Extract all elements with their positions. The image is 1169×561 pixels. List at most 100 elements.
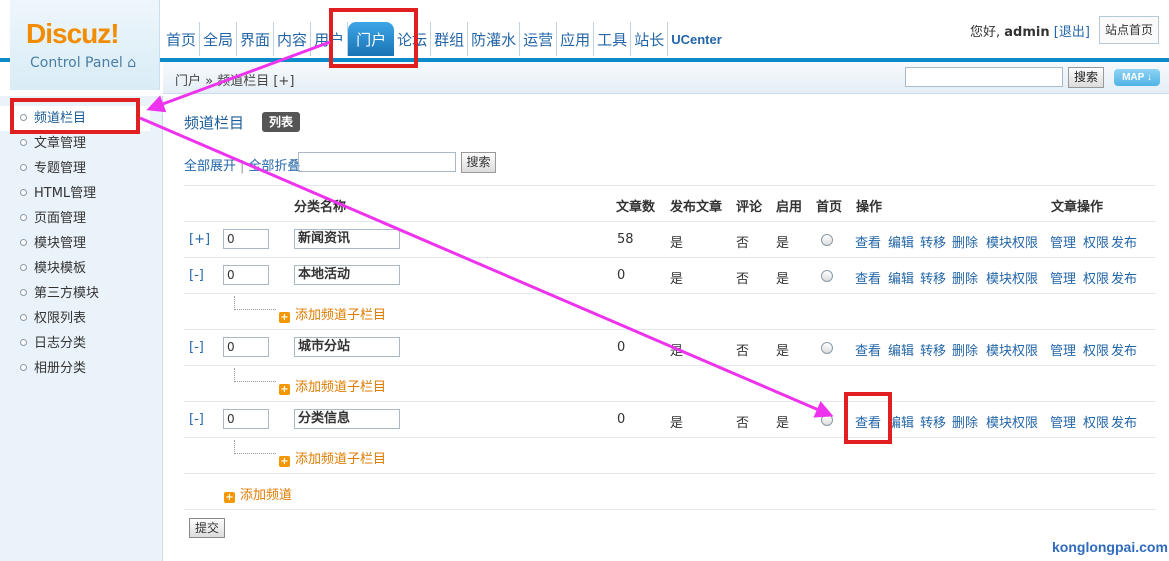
sidebar-item-html[interactable]: HTML管理 [0,181,150,206]
delete-link[interactable]: 删除 [952,268,978,287]
permission-link[interactable]: 权限 [1083,232,1109,251]
homepage-radio[interactable] [821,270,833,282]
category-name-input[interactable]: 本地活动 [294,265,400,285]
block-permission-link[interactable]: 模块权限 [986,232,1038,251]
comment-status: 否 [736,344,750,359]
manage-link[interactable]: 管理 [1050,268,1076,287]
nav-admin[interactable]: 站长 [631,22,669,56]
order-input[interactable]: 0 [223,337,269,357]
top-search-input[interactable] [905,67,1063,87]
col-homepage: 首页 [816,200,843,215]
sidebar-item-blog-categories[interactable]: 日志分类 [0,331,150,356]
top-search-button[interactable]: 搜索 [1068,67,1104,88]
homepage-radio[interactable] [821,342,833,354]
logout-link[interactable]: [退出] [1054,25,1090,40]
filter-input[interactable] [298,152,456,172]
delete-link[interactable]: 删除 [952,232,978,251]
nav-interface[interactable]: 界面 [237,22,275,56]
col-article-actions: 文章操作 [1051,200,1104,215]
site-home-button[interactable]: 站点首页 [1099,16,1159,44]
nav-apps[interactable]: 应用 [557,22,595,56]
delete-link[interactable]: 删除 [952,340,978,359]
publish-link[interactable]: 发布 [1111,268,1137,287]
logo[interactable]: Discuz! Control Panel ⌂ [10,0,160,90]
move-link[interactable]: 转移 [920,412,946,431]
row-toggle[interactable]: [-] [189,340,204,355]
edit-link[interactable]: 编辑 [888,268,914,287]
view-link[interactable]: 查看 [855,340,881,359]
divider [184,473,1156,474]
filter-search-button[interactable]: 搜索 [461,152,496,173]
move-link[interactable]: 转移 [920,268,946,287]
move-link[interactable]: 转移 [920,340,946,359]
delete-link[interactable]: 删除 [952,412,978,431]
add-subchannel-link[interactable]: + 添加频道子栏目 [279,376,386,395]
collapse-all-link[interactable]: 全部折叠 [248,159,300,174]
add-subchannel-link[interactable]: + 添加频道子栏目 [279,448,386,467]
divider [184,401,1156,402]
manage-link[interactable]: 管理 [1050,412,1076,431]
nav-home[interactable]: 首页 [163,22,201,56]
add-channel-link[interactable]: + 添加频道 [224,484,292,503]
row-toggle[interactable]: [-] [189,412,204,427]
nav-tools[interactable]: 工具 [594,22,632,56]
nav-operation[interactable]: 运营 [520,22,558,56]
tree-connector [234,296,276,310]
enabled-status: 是 [776,272,790,287]
comment-status: 否 [736,272,750,287]
category-name-input[interactable]: 分类信息 [294,409,400,429]
category-name-input[interactable]: 城市分站 [294,337,400,357]
order-input[interactable]: 0 [223,265,269,285]
nav-group[interactable]: 群组 [431,22,469,56]
breadcrumb-bar: 门户 » 频道栏目 [+] 搜索 MAP ↓ [163,62,1169,94]
permission-link[interactable]: 权限 [1083,412,1109,431]
permission-link[interactable]: 权限 [1083,340,1109,359]
comment-status: 否 [736,416,750,431]
publish-link[interactable]: 发布 [1111,412,1137,431]
divider [184,365,1156,366]
block-permission-link[interactable]: 模块权限 [986,268,1038,287]
col-publish: 发布文章 [670,200,723,215]
bullet-icon [20,289,27,296]
add-subchannel-link[interactable]: + 添加频道子栏目 [279,304,386,323]
nav-antispam[interactable]: 防灌水 [468,22,521,56]
view-link[interactable]: 查看 [855,232,881,251]
highlight-box [10,98,140,134]
move-link[interactable]: 转移 [920,232,946,251]
order-input[interactable]: 0 [223,409,269,429]
block-permission-link[interactable]: 模块权限 [986,340,1038,359]
publish-link[interactable]: 发布 [1111,232,1137,251]
view-link[interactable]: 查看 [855,268,881,287]
sidebar-item-third-party[interactable]: 第三方模块 [0,281,150,306]
article-count: 0 [617,412,626,427]
top-nav: 首页 全局 界面 内容 用户 门户 论坛 群组 防灌水 运营 应用 工具 站长 … [163,22,725,56]
sidebar-item-permissions[interactable]: 权限列表 [0,306,150,331]
manage-link[interactable]: 管理 [1050,232,1076,251]
sidebar-item-block-templates[interactable]: 模块模板 [0,256,150,281]
divider [184,293,1156,294]
sidebar-item-blocks[interactable]: 模块管理 [0,231,150,256]
edit-link[interactable]: 编辑 [888,340,914,359]
expand-all-link[interactable]: 全部展开 [184,159,236,174]
order-input[interactable]: 0 [223,229,269,249]
publish-link[interactable]: 发布 [1111,340,1137,359]
sidebar-item-pages[interactable]: 页面管理 [0,206,150,231]
category-name-input[interactable]: 新闻资讯 [294,229,400,249]
block-permission-link[interactable]: 模块权限 [986,412,1038,431]
map-button[interactable]: MAP ↓ [1114,69,1160,86]
sidebar-item-topics[interactable]: 专题管理 [0,156,150,181]
row-toggle[interactable]: [+] [189,232,210,247]
homepage-radio[interactable] [821,234,833,246]
homepage-radio[interactable] [821,414,833,426]
nav-ucenter[interactable]: UCenter [668,22,725,56]
nav-content[interactable]: 内容 [274,22,312,56]
submit-button[interactable]: 提交 [189,518,225,538]
manage-link[interactable]: 管理 [1050,340,1076,359]
permission-link[interactable]: 权限 [1083,268,1109,287]
sidebar-item-articles[interactable]: 文章管理 [0,131,150,156]
list-tab[interactable]: 列表 [262,112,300,132]
sidebar-item-album-categories[interactable]: 相册分类 [0,356,150,381]
nav-global[interactable]: 全局 [200,22,238,56]
edit-link[interactable]: 编辑 [888,232,914,251]
row-toggle[interactable]: [-] [189,268,204,283]
